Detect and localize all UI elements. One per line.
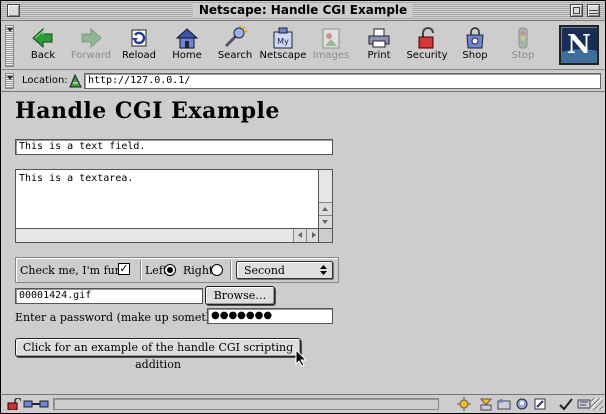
location-bar: Location: http://127.0.0.1/: [1, 71, 605, 92]
back-label: Back: [30, 50, 56, 61]
browser-window: Netscape: Handle CGI Example Back Forwar…: [0, 0, 606, 414]
select-arrows-icon: [319, 265, 328, 275]
newsgroups-icon[interactable]: [497, 397, 511, 411]
fun-checkbox[interactable]: ✓: [118, 263, 130, 275]
checkbox-label: Check me, I'm fun!: [20, 264, 127, 277]
textarea-horizontal-scrollbar[interactable]: [16, 228, 319, 242]
options-row: Check me, I'm fun! ✓ Left Right Second: [15, 257, 339, 283]
window-title: Netscape: Handle CGI Example: [192, 3, 414, 18]
shop-bag-icon: [462, 26, 488, 50]
svg-text:My: My: [277, 37, 289, 46]
choice-select[interactable]: Second: [236, 261, 333, 279]
password-field[interactable]: ●●●●●●●: [207, 308, 333, 324]
home-label: Home: [172, 50, 202, 61]
stop-label: Stop: [511, 50, 535, 61]
my-netscape-icon: My: [270, 26, 296, 50]
netscape-label: Netscape: [259, 50, 307, 61]
status-message: [53, 398, 439, 410]
stop-icon: [510, 26, 536, 50]
home-icon: [174, 26, 200, 50]
search-label: Search: [217, 50, 253, 61]
print-button[interactable]: Print: [355, 26, 403, 66]
dock-icon[interactable]: [577, 397, 591, 411]
composer-icon[interactable]: [533, 397, 547, 411]
zoom-box-icon[interactable]: [570, 4, 583, 17]
title-bar[interactable]: Netscape: Handle CGI Example: [1, 1, 605, 21]
stop-button[interactable]: Stop: [499, 26, 547, 66]
page-content: Handle CGI Example This is a text field.…: [1, 93, 605, 394]
security-label: Security: [406, 50, 448, 61]
connection-plug-icon: [23, 399, 49, 409]
radio-right[interactable]: [211, 264, 223, 276]
page-title: Handle CGI Example: [15, 98, 280, 124]
file-path-field[interactable]: 00001424.gif: [15, 288, 203, 304]
status-bar: [1, 394, 605, 413]
search-icon: [222, 24, 248, 50]
back-button[interactable]: Back: [19, 26, 67, 66]
password-label: Enter a password (make up something):: [15, 311, 239, 324]
page-proxy-icon[interactable]: [69, 73, 82, 88]
collapse-box-icon[interactable]: [587, 4, 600, 17]
back-arrow-icon: [30, 26, 56, 50]
browse-button[interactable]: Browse…: [205, 286, 275, 305]
scroll-left-arrow-icon[interactable]: [293, 229, 306, 242]
mail-icon[interactable]: [479, 397, 493, 411]
location-label: Location:: [22, 75, 68, 86]
close-box-icon[interactable]: [7, 4, 20, 17]
toolbar-collapse-grip[interactable]: [5, 25, 14, 67]
navigator-icon[interactable]: [457, 397, 471, 411]
scroll-down-arrow-icon[interactable]: [319, 215, 332, 228]
shop-button[interactable]: Shop: [451, 26, 499, 66]
mouse-pointer-icon: [295, 348, 308, 367]
textarea-content: This is a textarea.: [19, 173, 134, 184]
scroll-up-arrow-icon[interactable]: [319, 202, 332, 215]
address-book-icon[interactable]: [515, 397, 529, 411]
text-field[interactable]: This is a text field.: [15, 139, 333, 155]
scrollbar-corner: [318, 228, 332, 242]
radio-right-label: Right: [183, 264, 214, 277]
images-button[interactable]: Images: [307, 26, 355, 66]
reload-icon: [126, 26, 152, 50]
reload-label: Reload: [121, 50, 157, 61]
group-separator: [140, 260, 141, 280]
unlocked-padlock-icon[interactable]: [7, 397, 22, 411]
location-collapse-grip[interactable]: [5, 73, 14, 89]
location-url-input[interactable]: http://127.0.0.1/: [84, 73, 601, 89]
netscape-logo-letter: N: [567, 30, 591, 60]
print-icon: [366, 26, 392, 50]
navigation-toolbar: Back Forward Reload Home Search My Netsc…: [1, 22, 605, 70]
group-separator: [230, 260, 231, 280]
security-lock-icon: [414, 26, 440, 50]
select-value: Second: [244, 264, 285, 277]
forward-label: Forward: [70, 50, 112, 61]
checkmark-icon[interactable]: [559, 397, 573, 411]
home-button[interactable]: Home: [163, 26, 211, 66]
resize-grip-icon[interactable]: [591, 398, 603, 410]
my-netscape-button[interactable]: My Netscape: [259, 26, 307, 66]
forward-button[interactable]: Forward: [67, 26, 115, 66]
print-label: Print: [367, 50, 391, 61]
textarea-vertical-scrollbar[interactable]: [318, 170, 332, 228]
forward-arrow-icon: [78, 26, 104, 50]
radio-left[interactable]: [164, 264, 176, 276]
textarea[interactable]: This is a textarea.: [15, 169, 333, 243]
security-button[interactable]: Security: [403, 26, 451, 66]
images-label: Images: [312, 50, 350, 61]
images-icon: [318, 26, 344, 50]
netscape-logo-icon[interactable]: N: [559, 25, 599, 65]
shop-label: Shop: [462, 50, 488, 61]
submit-button[interactable]: Click for an example of the handle CGI s…: [15, 338, 301, 371]
reload-button[interactable]: Reload: [115, 26, 163, 66]
search-button[interactable]: Search: [211, 24, 259, 66]
